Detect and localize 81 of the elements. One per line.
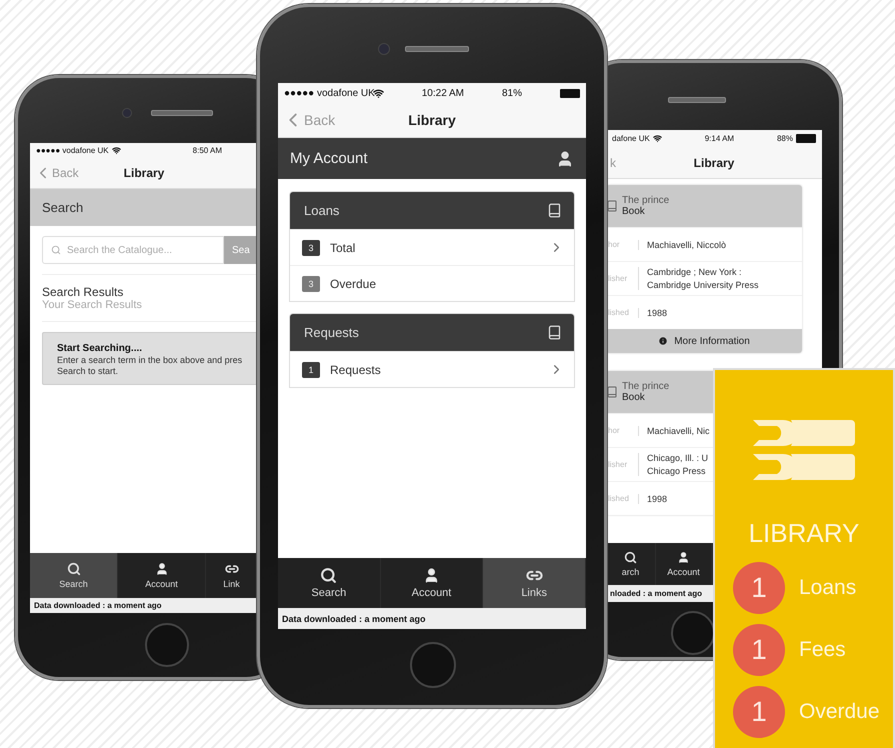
sync-status: Data downloaded : a moment ago bbox=[278, 608, 586, 629]
battery-level: 88% bbox=[776, 134, 816, 143]
field-value: Chicago, Ill. : U bbox=[647, 453, 708, 463]
camera-lens bbox=[378, 43, 390, 55]
person-icon bbox=[154, 562, 168, 576]
count-badge: 1 bbox=[733, 624, 785, 676]
person-icon bbox=[677, 551, 690, 564]
clock-time: 10:22 AM bbox=[422, 88, 464, 98]
account-row[interactable]: 1 Requests bbox=[290, 351, 574, 387]
field-value: Chicago Press bbox=[647, 466, 707, 476]
carrier-label: ●●●●● vodafone UK bbox=[284, 88, 375, 98]
field-label: lished bbox=[607, 308, 630, 317]
tab-bar-item[interactable]: Search bbox=[30, 553, 118, 598]
book-title: The prince bbox=[622, 195, 670, 206]
nav-title: Library bbox=[694, 156, 734, 170]
notice-text: Search to start. bbox=[57, 366, 120, 376]
count-badge: 1 bbox=[302, 362, 320, 378]
count-badge: 1 bbox=[733, 562, 785, 614]
wifi-icon bbox=[112, 146, 121, 155]
account-row[interactable]: 3 Total bbox=[290, 229, 574, 265]
book-icon bbox=[547, 203, 562, 218]
field-label: hor bbox=[607, 426, 621, 435]
search-icon bbox=[51, 245, 61, 255]
book-type: Book bbox=[622, 206, 646, 217]
count-badge: 3 bbox=[302, 240, 320, 256]
sync-status: Data downloaded : a moment ago bbox=[30, 598, 258, 613]
search-icon bbox=[66, 562, 80, 576]
camera-lens bbox=[122, 108, 132, 118]
field-value: Machiavelli, Niccolò bbox=[647, 240, 726, 250]
tab-bar-item[interactable]: Links bbox=[483, 558, 586, 608]
field-label: lisher bbox=[607, 460, 628, 469]
field-label: lisher bbox=[607, 274, 628, 283]
info-icon bbox=[658, 336, 668, 346]
clock-time: 8:50 AM bbox=[192, 146, 222, 155]
book-type: Book bbox=[622, 392, 646, 403]
account-row[interactable]: 3 Overdue bbox=[290, 265, 574, 301]
count-label: Overdue bbox=[799, 700, 880, 724]
row-label: Total bbox=[330, 240, 356, 254]
notice-title: Start Searching.... bbox=[57, 343, 144, 354]
panel-title: Requests bbox=[304, 325, 359, 340]
wifi-icon bbox=[652, 134, 662, 143]
results-subtitle: Your Search Results bbox=[42, 299, 143, 311]
widget-title: LIBRARY bbox=[748, 518, 860, 549]
wifi-icon bbox=[372, 88, 384, 98]
speaker-grille bbox=[151, 110, 213, 116]
carrier-label: dafone UK bbox=[612, 134, 662, 143]
person-icon bbox=[556, 150, 574, 168]
speaker-grille bbox=[668, 97, 726, 103]
row-label: Requests bbox=[330, 362, 381, 376]
field-value: Machiavelli, Nic bbox=[647, 426, 710, 436]
section-title: Search bbox=[42, 200, 84, 215]
search-icon bbox=[624, 551, 637, 564]
count-badge: 3 bbox=[302, 276, 320, 292]
link-icon bbox=[224, 562, 238, 576]
field-value: 1998 bbox=[647, 494, 668, 504]
notice-text: Enter a search term in the box above and pres bbox=[57, 355, 244, 365]
nav-title: Library bbox=[408, 112, 456, 128]
speaker-grille bbox=[405, 46, 469, 52]
nav-title: Library bbox=[124, 166, 164, 180]
field-label: lished bbox=[607, 494, 630, 503]
battery-level: 81% bbox=[502, 88, 522, 98]
more-info-button[interactable]: More Information bbox=[606, 329, 802, 353]
section-title: My Account bbox=[290, 150, 368, 167]
panel-title: Loans bbox=[304, 203, 340, 218]
book-icon bbox=[606, 200, 618, 212]
battery-icon bbox=[560, 88, 580, 98]
battery-icon bbox=[796, 134, 816, 143]
clock-time: 9:14 AM bbox=[704, 134, 734, 143]
book-title: The prince bbox=[622, 381, 670, 392]
field-value: Cambridge University Press bbox=[647, 280, 759, 290]
results-title: Search Results bbox=[42, 285, 124, 299]
field-label: hor bbox=[607, 240, 621, 249]
field-value: Cambridge ; New York : bbox=[647, 267, 743, 277]
book-icon bbox=[606, 386, 618, 398]
book-icon bbox=[547, 325, 562, 340]
count-label: Fees bbox=[799, 638, 846, 662]
carrier-label: ●●●●● vodafone UK bbox=[36, 146, 121, 155]
count-badge: 1 bbox=[733, 686, 785, 738]
row-label: Overdue bbox=[330, 276, 376, 290]
field-value: 1988 bbox=[647, 308, 668, 318]
search-icon bbox=[320, 567, 338, 584]
